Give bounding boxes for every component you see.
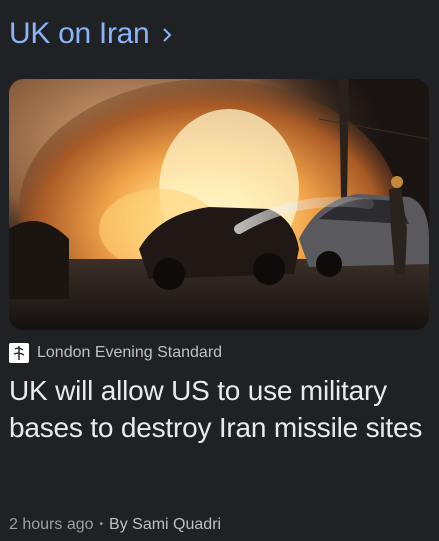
topic-title: UK on Iran — [9, 17, 150, 50]
source-row: London Evening Standard — [9, 343, 222, 363]
article-meta: 2 hours ago • By Sami Quadri — [9, 514, 221, 536]
timestamp: 2 hours ago — [9, 516, 94, 533]
fire-scene-image — [9, 79, 429, 330]
source-name: London Evening Standard — [37, 344, 223, 361]
separator-dot: • — [99, 519, 104, 530]
topic-header-link[interactable]: UK on Iran — [9, 14, 175, 54]
author-byline: By Sami Quadri — [109, 516, 222, 533]
article-image[interactable] — [9, 79, 429, 330]
chevron-right-icon — [163, 28, 172, 42]
article-headline-link[interactable]: UK will allow US to use military bases t… — [9, 372, 429, 446]
london-evening-standard-logo — [9, 343, 29, 363]
